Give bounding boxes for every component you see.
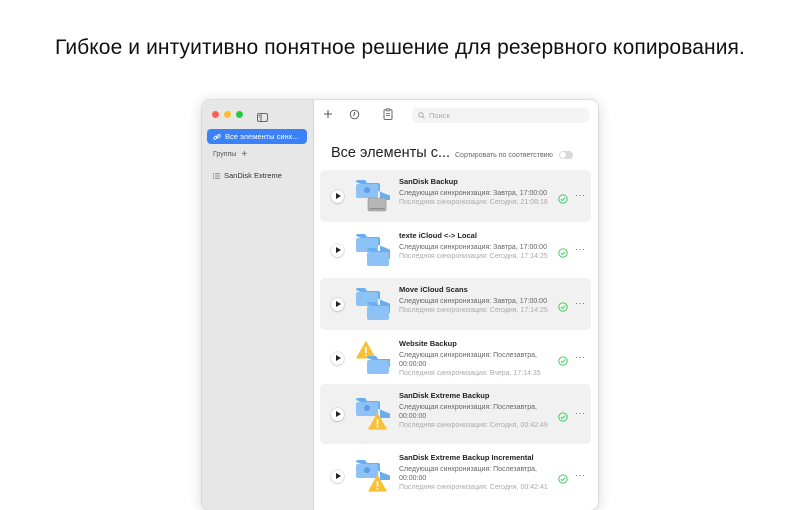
sync-pair-icon	[354, 178, 398, 214]
sync-info: SanDisk Extreme Backup Следующая синхрони…	[399, 391, 554, 430]
success-check-icon	[558, 471, 568, 484]
sync-pair-icon	[354, 232, 409, 268]
sync-name: SanDisk Extreme Backup	[399, 391, 490, 400]
sidebar-item-label: Все элементы синх...	[225, 132, 299, 141]
list-item[interactable]: SanDisk Extreme Backup Следующая синхрони…	[320, 384, 591, 444]
close-window-button[interactable]	[212, 111, 219, 118]
window-controls	[212, 111, 243, 118]
sync-name: Website Backup	[399, 339, 457, 348]
play-icon	[335, 193, 341, 199]
sort-label: Сортировать по соответствию	[455, 151, 553, 159]
sort-toggle[interactable]	[558, 151, 573, 159]
sync-pair-icon	[354, 340, 409, 376]
page-title: Все элементы с...	[331, 145, 451, 161]
last-sync-text: Последняя синхронизация: Сегодня, 21:08:…	[399, 199, 548, 206]
list-item[interactable]: Move iCloud Scans Следующая синхронизация…	[320, 278, 591, 330]
play-button[interactable]	[331, 297, 344, 311]
play-button[interactable]	[331, 189, 344, 203]
sync-pair-icon	[354, 396, 398, 432]
clipboard-icon[interactable]	[382, 108, 394, 120]
last-sync-text: Последняя синхронизация: Сегодня, 17:14:…	[399, 253, 548, 260]
sidebar-item-all-syncs[interactable]: Все элементы синх...	[207, 129, 307, 144]
next-sync-text: Следующая синхронизация: Послезавтра, 00…	[399, 466, 537, 482]
toolbar: Поиск	[314, 100, 598, 130]
success-check-icon	[558, 353, 568, 366]
play-button[interactable]	[331, 469, 344, 483]
sync-name: SanDisk Backup	[399, 177, 458, 186]
success-check-icon	[558, 191, 568, 204]
success-check-icon	[558, 245, 568, 258]
last-sync-text: Последняя синхронизация: Сегодня, 00:42:…	[399, 422, 548, 429]
sync-info: SanDisk Extreme Backup Incremental Следую…	[399, 453, 554, 492]
play-icon	[335, 473, 341, 479]
more-options-icon[interactable]: ···	[575, 409, 585, 418]
group-label: SanDisk Extreme	[224, 171, 282, 180]
more-options-icon[interactable]: ···	[575, 353, 585, 362]
last-sync-text: Последняя синхронизация: Вчера, 17:14:35	[399, 370, 541, 377]
next-sync-text: Следующая синхронизация: Завтра, 17:00:0…	[399, 244, 547, 251]
play-button[interactable]	[331, 243, 344, 257]
search-icon	[418, 112, 425, 119]
groups-header: Группы +	[213, 150, 247, 160]
search-input[interactable]: Поиск	[412, 108, 589, 123]
sync-name: SanDisk Extreme Backup Incremental	[399, 453, 534, 462]
app-window: Все элементы синх... Группы + SanDisk Ex…	[202, 100, 598, 510]
next-sync-text: Следующая синхронизация: Завтра, 17:00:0…	[399, 190, 547, 197]
plus-icon[interactable]	[322, 108, 334, 120]
sidebar: Все элементы синх... Группы + SanDisk Ex…	[202, 100, 314, 510]
main-content: Поиск Все элементы с... Сортировать по с…	[314, 100, 598, 510]
sync-info: Website Backup Следующая синхронизация: П…	[399, 339, 554, 378]
more-options-icon[interactable]: ···	[575, 299, 585, 308]
more-options-icon[interactable]: ···	[575, 471, 585, 480]
list-item[interactable]: SanDisk Backup Следующая синхронизация: З…	[320, 170, 591, 222]
groups-label: Группы	[213, 151, 237, 158]
search-placeholder: Поиск	[429, 111, 450, 120]
next-sync-text: Следующая синхронизация: Послезавтра, 00…	[399, 352, 537, 368]
sync-pair-icon	[354, 458, 398, 494]
play-icon	[335, 411, 341, 417]
sort-control: Сортировать по соответствию	[455, 151, 573, 159]
minimize-window-button[interactable]	[224, 111, 231, 118]
play-icon	[335, 247, 341, 253]
sync-name: texte iCloud <-> Local	[399, 231, 477, 240]
sidebar-toggle-icon[interactable]	[257, 109, 268, 122]
sync-info: Move iCloud Scans Следующая синхронизация…	[399, 285, 554, 315]
next-sync-text: Следующая синхронизация: Завтра, 17:00:0…	[399, 298, 547, 305]
sync-info: texte iCloud <-> Local Следующая синхрони…	[399, 231, 554, 261]
next-sync-text: Следующая синхронизация: Послезавтра, 00…	[399, 404, 537, 420]
more-options-icon[interactable]: ···	[575, 191, 585, 200]
link-icon	[213, 133, 221, 140]
zoom-window-button[interactable]	[236, 111, 243, 118]
list-icon	[213, 172, 220, 179]
more-options-icon[interactable]: ···	[575, 245, 585, 254]
play-button[interactable]	[331, 351, 344, 365]
add-group-button[interactable]: +	[241, 150, 247, 160]
play-icon	[335, 301, 341, 307]
sidebar-item-group[interactable]: SanDisk Extreme	[213, 171, 282, 180]
list-item[interactable]: Website Backup Следующая синхронизация: П…	[320, 332, 591, 384]
success-check-icon	[558, 409, 568, 422]
play-icon	[335, 355, 341, 361]
clock-icon[interactable]	[348, 108, 360, 120]
page-headline: Гибкое и интуитивно понятное решение для…	[55, 36, 745, 59]
sync-pair-icon	[354, 286, 409, 322]
sync-info: SanDisk Backup Следующая синхронизация: З…	[399, 177, 554, 207]
success-check-icon	[558, 299, 568, 312]
play-button[interactable]	[331, 407, 344, 421]
last-sync-text: Последняя синхронизация: Сегодня, 00:42:…	[399, 484, 548, 491]
list-item[interactable]: texte iCloud <-> Local Следующая синхрони…	[320, 224, 591, 276]
last-sync-text: Последняя синхронизация: Сегодня, 17:14:…	[399, 307, 548, 314]
sync-name: Move iCloud Scans	[399, 285, 468, 294]
list-item[interactable]: SanDisk Extreme Backup Incremental Следую…	[320, 446, 591, 506]
